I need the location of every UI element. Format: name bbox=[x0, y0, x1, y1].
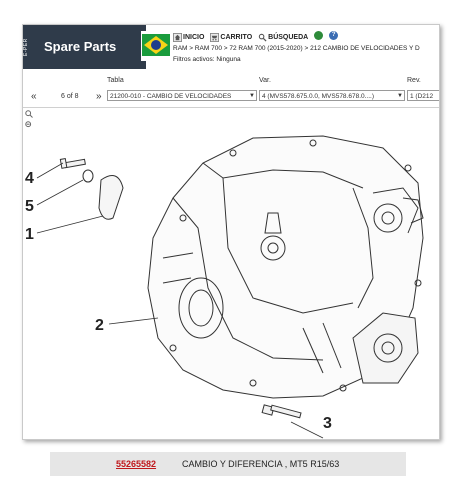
table-navigator: « 6 of 8 » 21200-010 - CAMBIO DE VELOCID… bbox=[23, 89, 439, 105]
col-header-table: Tabla bbox=[107, 77, 124, 84]
header: E-PER Spare Parts INICIO CARRITO BÚSQUED… bbox=[23, 25, 439, 69]
nav-search[interactable]: BÚSQUEDA bbox=[258, 31, 308, 43]
col-header-var: Var. bbox=[259, 77, 271, 84]
callout-5: 5 bbox=[25, 198, 34, 215]
column-headers: Tabla Var. Rev. bbox=[23, 77, 439, 87]
view-tools bbox=[25, 110, 33, 132]
part-description: CAMBIO Y DIFERENCIA , MT5 R15/63 bbox=[182, 459, 340, 469]
page-indicator: 6 of 8 bbox=[61, 93, 79, 100]
part-gasket bbox=[98, 175, 124, 220]
nav-search-label: BÚSQUEDA bbox=[268, 33, 309, 41]
callout-1: 1 bbox=[25, 226, 34, 243]
nav-home-label: INICIO bbox=[183, 33, 205, 41]
callout-4: 4 bbox=[25, 170, 34, 187]
breadcrumb[interactable]: RAM > RAM 700 > 72 RAM 700 (2015-2020) >… bbox=[173, 45, 420, 52]
home-icon bbox=[173, 32, 182, 42]
app-window: E-PER Spare Parts INICIO CARRITO BÚSQUED… bbox=[22, 24, 440, 440]
chevron-down-icon: ▼ bbox=[397, 93, 403, 99]
language-icon[interactable] bbox=[314, 31, 324, 40]
zoom-out-icon[interactable] bbox=[25, 121, 33, 129]
rev-select[interactable]: 1 (D212 bbox=[407, 90, 439, 101]
table-select-value: 21200-010 - CAMBIO DE VELOCIDADES bbox=[110, 93, 232, 100]
chevron-down-icon: ▼ bbox=[249, 93, 255, 99]
callout-3: 3 bbox=[323, 415, 332, 432]
part-caption: 55265582 CAMBIO Y DIFERENCIA , MT5 R15/6… bbox=[50, 452, 406, 476]
part-number-link[interactable]: 55265582 bbox=[116, 452, 156, 476]
part-pin bbox=[59, 157, 86, 169]
cart-icon bbox=[210, 32, 220, 42]
rev-select-value: 1 (D212 bbox=[410, 93, 434, 100]
part-washer bbox=[82, 169, 94, 183]
active-filters: Filtros activos: Ninguna bbox=[173, 56, 241, 63]
exploded-view-panel: 4 5 1 2 3 bbox=[23, 107, 439, 439]
var-select-value: 4 (MVS578.675.0.0, MVS578.678.0....) bbox=[262, 93, 375, 100]
help-icon[interactable]: ? bbox=[329, 31, 339, 40]
eper-vertical-label: E-PER bbox=[23, 25, 30, 69]
search-icon bbox=[258, 33, 267, 42]
part-bolt bbox=[261, 404, 302, 419]
nav-cart-label: CARRITO bbox=[220, 33, 253, 41]
zoom-in-icon[interactable] bbox=[25, 110, 33, 118]
brand-panel: Spare Parts bbox=[30, 25, 146, 69]
next-page-button[interactable]: » bbox=[96, 91, 102, 102]
callout-2: 2 bbox=[95, 317, 104, 334]
gearbox-exploded-diagram: 4 5 1 2 3 bbox=[25, 135, 424, 439]
brazil-flag-icon[interactable] bbox=[141, 31, 171, 61]
top-nav: INICIO CARRITO BÚSQUEDA ? bbox=[173, 31, 339, 43]
table-select[interactable]: 21200-010 - CAMBIO DE VELOCIDADES ▼ bbox=[107, 90, 257, 101]
nav-cart[interactable]: CARRITO bbox=[210, 31, 252, 43]
brand-title: Spare Parts bbox=[44, 39, 117, 54]
var-select[interactable]: 4 (MVS578.675.0.0, MVS578.678.0....) ▼ bbox=[259, 90, 405, 101]
prev-page-button[interactable]: « bbox=[31, 91, 37, 102]
nav-home[interactable]: INICIO bbox=[173, 31, 204, 43]
col-header-rev: Rev. bbox=[407, 77, 421, 84]
